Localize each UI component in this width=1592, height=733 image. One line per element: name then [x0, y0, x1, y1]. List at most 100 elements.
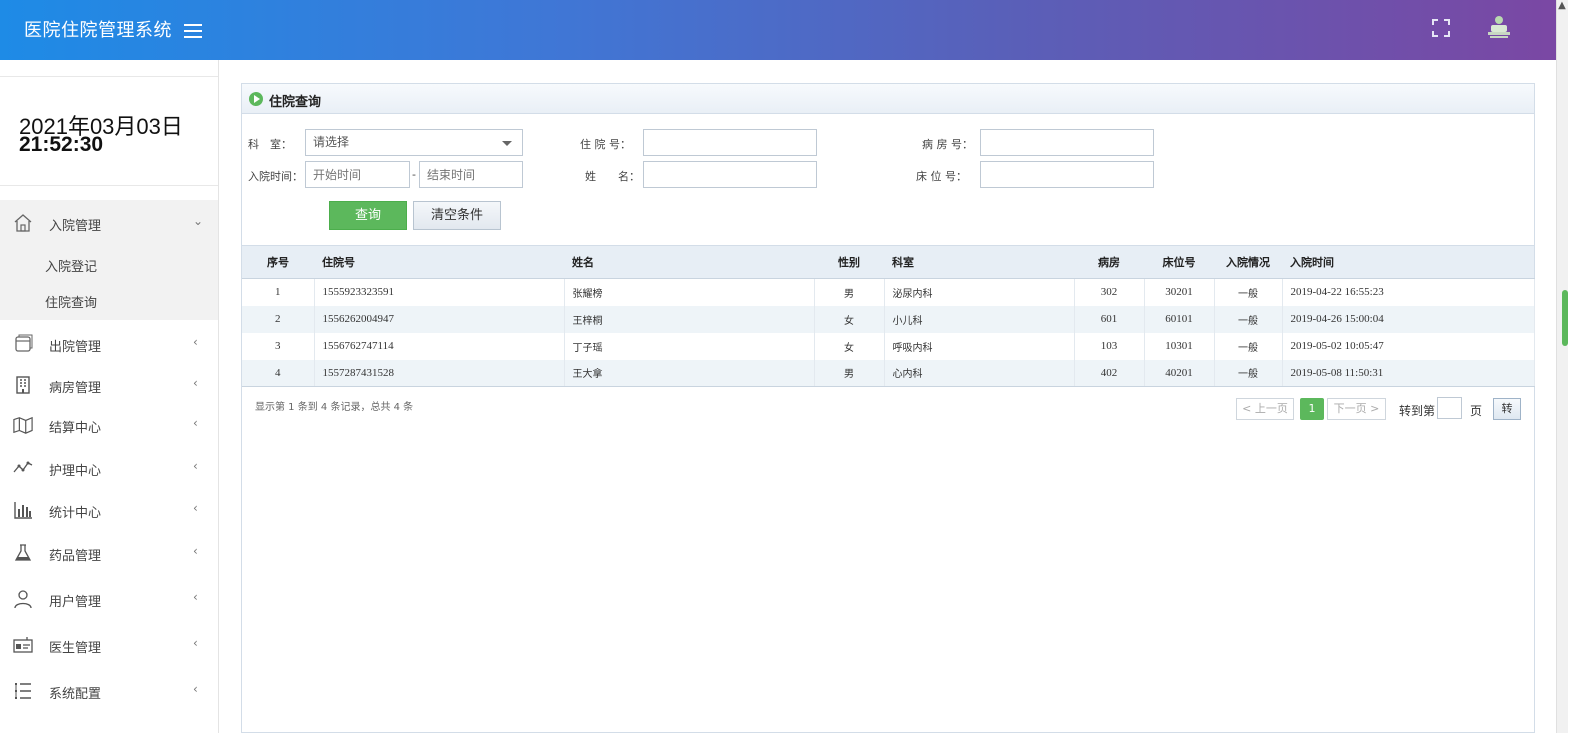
prev-page-button[interactable]: < 上一页 — [1236, 398, 1294, 420]
name-input[interactable] — [643, 161, 817, 188]
menu-label: 入院管理 — [49, 219, 102, 234]
current-page-button[interactable]: 1 — [1300, 398, 1324, 420]
table-row[interactable]: 2 1556262004947 王梓桐 女 小儿科 601 60101 一般 2… — [242, 305, 1535, 333]
menu-label: 统计中心 — [49, 506, 102, 521]
inpatient-query-panel: 住院查询 科 室： 请选择 住 院 号： 病 房 号： 入院时间： - 姓 名：… — [241, 83, 1535, 733]
cell-index: 3 — [242, 332, 315, 360]
query-button[interactable]: 查询 — [329, 201, 407, 230]
menu-label: 病房管理 — [49, 381, 102, 396]
table-row[interactable]: 4 1557287431528 王大拿 男 心内科 402 40201 一般 2… — [242, 359, 1535, 387]
end-time-input[interactable] — [419, 161, 523, 188]
menu-item-admission[interactable]: 入院管理 ⌄ — [0, 204, 218, 242]
menu-item-discharge[interactable]: 出院管理 ‹ — [0, 325, 218, 363]
goto-page-button[interactable]: 转 — [1493, 398, 1521, 420]
table-row[interactable]: 1 1555923323591 张耀榜 男 泌尿内科 302 30201 一般 … — [242, 278, 1535, 306]
flask-icon — [14, 544, 32, 561]
sidebar: 2021年03月03日 21:52:30 入院管理 ⌄ 入院登记 住院查询 出院… — [0, 60, 219, 733]
cell-index: 1 — [242, 278, 315, 306]
bar-chart-icon — [14, 502, 32, 519]
chevron-left-icon: ‹ — [193, 544, 198, 558]
dept-select[interactable]: 请选择 — [305, 129, 523, 156]
menu-item-settlement[interactable]: 结算中心 ‹ — [0, 406, 218, 444]
menu-toggle-icon[interactable] — [184, 24, 202, 38]
admit-no-input[interactable] — [643, 129, 817, 156]
column-header[interactable]: 姓名 — [564, 245, 814, 279]
menu-item-doctors[interactable]: 医生管理 ‹ — [0, 626, 218, 664]
chevron-left-icon: ‹ — [193, 682, 198, 696]
menu-item-statistics[interactable]: 统计中心 ‹ — [0, 491, 218, 529]
chevron-left-icon: ‹ — [193, 335, 198, 349]
dept-label: 科 室： — [248, 138, 292, 151]
cell-bed: 60101 — [1144, 305, 1215, 333]
menu-item-medicine[interactable]: 药品管理 ‹ — [0, 534, 218, 572]
ward-no-label: 病 房 号： — [922, 138, 973, 151]
cell-dept: 泌尿内科 — [884, 278, 1075, 306]
avatar-icon[interactable] — [1486, 14, 1512, 42]
name-field[interactable] — [651, 162, 816, 187]
panel-header: 住院查询 — [242, 84, 1534, 114]
id-card-icon — [13, 637, 33, 653]
chevron-left-icon: ‹ — [193, 636, 198, 650]
cell-index: 2 — [242, 305, 315, 333]
cell-admit-no: 1555923323591 — [314, 278, 565, 306]
table-row[interactable]: 3 1556762747114 丁子瑶 女 呼吸内科 103 10301 一般 … — [242, 332, 1535, 360]
building-icon — [16, 376, 30, 394]
menu-item-users[interactable]: 用户管理 ‹ — [0, 580, 218, 618]
menu-label: 系统配置 — [49, 687, 102, 702]
menu-label: 医生管理 — [49, 641, 102, 656]
inpatient-table: 序号 住院号 姓名 性别 科室 病房 床位号 入院情况 入院时间 1 15559… — [242, 245, 1535, 387]
goto-label: 转到第 — [1399, 404, 1436, 418]
scroll-up-icon[interactable]: ▲ — [1556, 0, 1568, 12]
column-header[interactable]: 病房 — [1074, 245, 1144, 279]
bed-no-input[interactable] — [980, 161, 1154, 188]
panel-title: 住院查询 — [269, 95, 322, 110]
submenu-label: 入院登记 — [45, 260, 98, 275]
app-title: 医院住院管理系统 — [24, 20, 172, 41]
cell-ward: 402 — [1074, 359, 1145, 387]
cell-dept: 心内科 — [884, 359, 1075, 387]
cell-gender: 女 — [814, 332, 885, 360]
submenu-item-register[interactable]: 入院登记 — [0, 247, 218, 281]
menu-label: 药品管理 — [49, 549, 102, 564]
cell-condition: 一般 — [1214, 359, 1283, 387]
column-header[interactable]: 入院时间 — [1282, 245, 1534, 279]
ward-no-input[interactable] — [980, 129, 1154, 156]
next-page-button[interactable]: 下一页 > — [1327, 398, 1386, 420]
page-scrollbar[interactable] — [1556, 0, 1568, 733]
cell-ward: 103 — [1074, 332, 1145, 360]
bed-no-field[interactable] — [988, 162, 1153, 187]
start-time-input[interactable] — [305, 161, 410, 188]
submenu-item-query[interactable]: 住院查询 — [0, 283, 218, 317]
column-header[interactable]: 序号 — [242, 245, 314, 279]
page-unit-label: 页 — [1470, 404, 1483, 418]
home-icon — [14, 214, 32, 232]
goto-page-input[interactable] — [1437, 397, 1462, 419]
column-header[interactable]: 住院号 — [314, 245, 564, 279]
cell-bed: 40201 — [1144, 359, 1215, 387]
chevron-left-icon: ‹ — [193, 590, 198, 604]
menu-item-nursing[interactable]: 护理中心 ‹ — [0, 449, 218, 487]
start-time-field[interactable] — [313, 162, 409, 187]
clear-conditions-button[interactable]: 清空条件 — [413, 201, 501, 230]
column-header[interactable]: 入院情况 — [1214, 245, 1282, 279]
cell-name: 丁子瑶 — [564, 332, 815, 360]
column-header[interactable]: 性别 — [814, 245, 884, 279]
cell-bed: 30201 — [1144, 278, 1215, 306]
cell-condition: 一般 — [1214, 278, 1283, 306]
user-icon — [14, 590, 32, 609]
menu-item-ward[interactable]: 病房管理 ‹ — [0, 366, 218, 404]
cell-admit-time: 2019-05-02 10:05:47 — [1282, 332, 1535, 360]
menu-item-system-config[interactable]: 系统配置 ‹ — [0, 672, 218, 710]
dept-select-value: 请选择 — [313, 135, 350, 149]
clock-panel: 2021年03月03日 21:52:30 — [0, 76, 218, 186]
column-header[interactable]: 床位号 — [1144, 245, 1214, 279]
admit-no-field[interactable] — [651, 130, 816, 155]
cell-name: 张耀榜 — [564, 278, 815, 306]
chevron-left-icon: ‹ — [193, 416, 198, 430]
end-time-field[interactable] — [427, 162, 522, 187]
column-header[interactable]: 科室 — [884, 245, 1074, 279]
fullscreen-icon[interactable] — [1432, 19, 1450, 37]
menu-label: 结算中心 — [49, 421, 102, 436]
activity-icon — [13, 461, 33, 473]
ward-no-field[interactable] — [988, 130, 1153, 155]
